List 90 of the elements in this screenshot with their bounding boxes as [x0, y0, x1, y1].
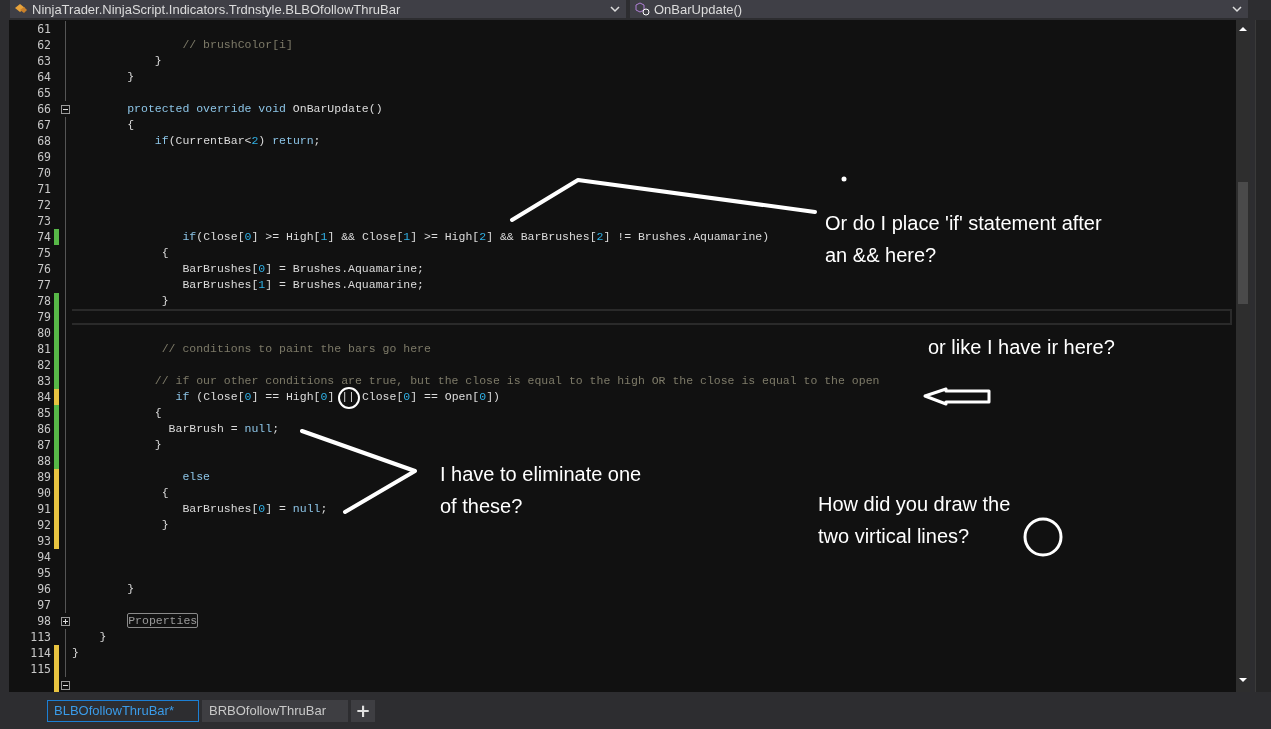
- annotation-text: I have to eliminate one: [440, 462, 642, 487]
- line-number: 81: [36, 342, 51, 356]
- line-number: 96: [36, 582, 51, 596]
- code-line: BarBrushes[0] = null;: [181, 501, 328, 517]
- type-dropdown[interactable]: NinjaTrader.NinjaScript.Indicators.Trdnstyle.BLBOfollowThruBar: [10, 0, 626, 18]
- code-line: }: [126, 69, 135, 85]
- chevron-down-icon: [1232, 5, 1242, 13]
- line-number: 83: [36, 374, 51, 388]
- line-number: 113: [29, 630, 51, 644]
- code-line: }: [72, 645, 79, 661]
- line-number: 89: [36, 470, 51, 484]
- line-number: 93: [36, 534, 51, 548]
- line-number: 84: [36, 390, 51, 404]
- line-number: 61: [36, 22, 51, 36]
- code-line: BarBrushes[1] = Brushes.Aquamarine;: [181, 277, 424, 293]
- code-line: }: [160, 293, 169, 309]
- line-number: 62: [36, 38, 51, 52]
- line-number: 68: [36, 134, 51, 148]
- line-number: 90: [36, 486, 51, 500]
- line-number: 64: [36, 70, 51, 84]
- method-icon: [634, 2, 650, 16]
- line-number: 85: [36, 406, 51, 420]
- member-dropdown[interactable]: OnBarUpdate(): [630, 0, 1248, 18]
- code-line: {: [160, 245, 169, 261]
- line-number: 63: [36, 54, 51, 68]
- dot-mark: [841, 176, 847, 182]
- line-number: 72: [36, 198, 51, 212]
- code-line: // conditions to paint the bars go here: [160, 341, 431, 357]
- scroll-up-icon[interactable]: [1238, 24, 1248, 32]
- line-number: 91: [36, 502, 51, 516]
- class-icon: [14, 2, 28, 16]
- code-line: // brushColor[i]: [181, 37, 293, 53]
- line-number: 78: [36, 294, 51, 308]
- scrollbar-thumb[interactable]: [1238, 182, 1248, 304]
- code-line: BarBrush = null;: [167, 421, 280, 437]
- line-number: 97: [36, 598, 51, 612]
- code-line: protected override void OnBarUpdate(): [126, 101, 383, 117]
- code-line: // if our other conditions are true, but the close is equal to the high OR the close is equal to the open: [153, 373, 880, 389]
- code-line: }: [98, 629, 107, 645]
- code-editor[interactable]: [9, 20, 1250, 692]
- scroll-down-icon[interactable]: [1238, 676, 1248, 684]
- line-number: 73: [36, 214, 51, 228]
- line-number: 70: [36, 166, 51, 180]
- line-number: 95: [36, 566, 51, 580]
- line-number: 115: [29, 662, 51, 676]
- code-line: }: [160, 517, 169, 533]
- collapse-icon[interactable]: [61, 680, 70, 690]
- code-line: {: [126, 117, 135, 133]
- code-line: }: [153, 437, 162, 453]
- code-line: else: [181, 469, 211, 485]
- code-line: }: [153, 53, 162, 69]
- line-number: 79: [36, 310, 51, 324]
- line-number: 71: [36, 182, 51, 196]
- annotation-text: of these?: [440, 494, 524, 519]
- line-number: 114: [29, 646, 51, 660]
- annotation-text: or like I have ir here?: [928, 335, 1115, 360]
- annotation-text: two virtical lines?: [818, 524, 971, 549]
- line-number: 80: [36, 326, 51, 340]
- line-number: 76: [36, 262, 51, 276]
- line-number: 74: [36, 230, 51, 244]
- code-line: BarBrushes[0] = Brushes.Aquamarine;: [181, 261, 424, 277]
- line-number: 67: [36, 118, 51, 132]
- line-number: 77: [36, 278, 51, 292]
- circle-mark: [1023, 517, 1063, 557]
- arrow-drawing: [923, 387, 991, 406]
- line-number: 88: [36, 454, 51, 468]
- line-number: 65: [36, 86, 51, 100]
- new-tab-button[interactable]: +: [351, 699, 375, 722]
- code-line: {: [160, 485, 169, 501]
- annotation-text: How did you draw the: [818, 492, 1011, 517]
- file-tab[interactable]: BLBOfollowThruBar*: [47, 699, 199, 722]
- line-number: 94: [36, 550, 51, 564]
- line-number: 87: [36, 438, 51, 452]
- line-number: 98: [36, 614, 51, 628]
- line-number: 75: [36, 246, 51, 260]
- code-line: if(CurrentBar<2) return;: [153, 133, 321, 149]
- code-line: if(Close[0] >= High[1] && Close[1] >= High[2] && BarBrushes[2] != Brushes.Aquamarine): [181, 229, 770, 245]
- code-line: }: [126, 581, 135, 597]
- chevron-down-icon: [610, 5, 620, 13]
- file-tab[interactable]: BRBOfollowThruBar: [202, 699, 348, 722]
- annotation-text: Or do I place 'if' statement after: [825, 211, 1102, 236]
- line-number: 92: [36, 518, 51, 532]
- expand-icon[interactable]: [61, 616, 70, 626]
- annotation-text: an && here?: [825, 243, 938, 268]
- line-number: 66: [36, 102, 51, 116]
- line-number: 86: [36, 422, 51, 436]
- code-line: {: [153, 405, 162, 421]
- line-number: 82: [36, 358, 51, 372]
- collapse-icon[interactable]: [61, 104, 70, 114]
- line-number: 69: [36, 150, 51, 164]
